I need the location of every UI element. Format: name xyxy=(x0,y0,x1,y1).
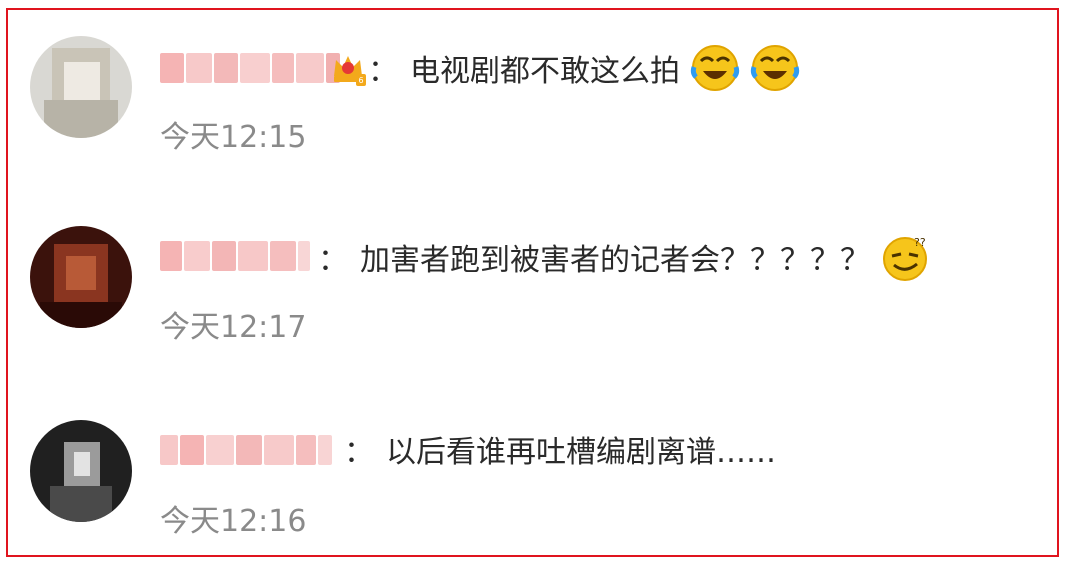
svg-text:6: 6 xyxy=(358,76,363,85)
comment-time: 今天12:16 xyxy=(160,504,307,539)
avatar[interactable] xyxy=(30,420,132,522)
confused-smile-icon: ?? xyxy=(880,232,930,282)
svg-text:??: ?? xyxy=(914,236,926,249)
comment-text: 以后看谁再吐槽编剧离谱…… xyxy=(386,435,776,470)
comment-list-frame: 6 ： 电视剧都不敢这么拍 今天12:15 ： 加害者跑到被害者的记者会？？？？… xyxy=(6,8,1059,557)
username-blurred[interactable] xyxy=(160,50,342,86)
comment-content: ： 加害者跑到被害者的记者会？？？？？ ?? xyxy=(318,232,930,282)
comment-content: ： 以后看谁再吐槽编剧离谱…… xyxy=(344,424,776,474)
comment-text: 加害者跑到被害者的记者会？？？？？ xyxy=(360,243,870,278)
username-blurred[interactable] xyxy=(160,238,312,274)
comment-time: 今天12:15 xyxy=(160,120,307,155)
avatar[interactable] xyxy=(30,226,132,328)
comment-text: 电视剧都不敢这么拍 xyxy=(410,54,680,89)
comment-item: ： 以后看谁再吐槽编剧离谱…… 今天12:16 xyxy=(8,414,1057,564)
avatar[interactable] xyxy=(30,36,132,138)
laugh-cry-icon xyxy=(690,43,740,93)
comment-time: 今天12:17 xyxy=(160,310,307,345)
username-blurred[interactable] xyxy=(160,432,334,468)
comment-item: ： 加害者跑到被害者的记者会？？？？？ ?? 今天12:17 xyxy=(8,222,1057,372)
crown-badge-icon: 6 xyxy=(328,48,368,88)
comment-item: 6 ： 电视剧都不敢这么拍 今天12:15 xyxy=(8,28,1057,178)
comment-content: 6 ： 电视剧都不敢这么拍 xyxy=(328,43,800,93)
laugh-cry-icon xyxy=(750,43,800,93)
